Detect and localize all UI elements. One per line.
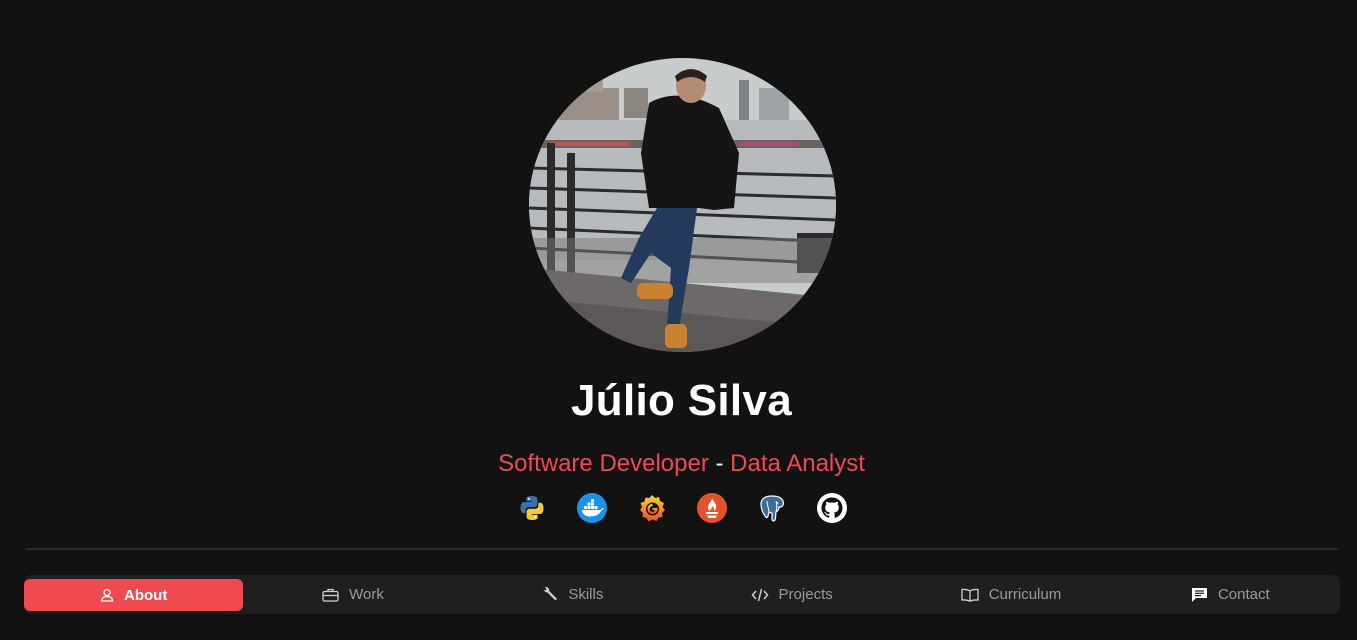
github-icon[interactable] bbox=[816, 492, 848, 524]
section-tabs: About Work Skills Projects Curriculum Co… bbox=[24, 575, 1340, 614]
role-secondary: Data Analyst bbox=[730, 450, 865, 477]
postgresql-icon[interactable] bbox=[756, 492, 788, 524]
tab-about[interactable]: About bbox=[24, 579, 244, 611]
role-separator: - bbox=[708, 450, 731, 477]
book-icon bbox=[961, 588, 979, 602]
tab-contact-label: Contact bbox=[1217, 586, 1270, 603]
wrench-icon bbox=[541, 586, 558, 603]
python-icon[interactable] bbox=[516, 492, 548, 524]
role-primary: Software Developer bbox=[498, 450, 709, 477]
tab-work[interactable]: Work bbox=[243, 578, 462, 611]
code-icon bbox=[751, 588, 769, 602]
tab-projects[interactable]: Projects bbox=[682, 578, 901, 611]
profile-photo bbox=[529, 58, 836, 352]
portfolio-page: Júlio Silva Software Developer - Data An… bbox=[0, 0, 1357, 640]
tab-curriculum-label: Curriculum bbox=[988, 586, 1062, 603]
tab-skills-label: Skills bbox=[568, 586, 604, 603]
user-icon bbox=[100, 588, 114, 602]
profile-roles: Software Developer - Data Analyst bbox=[0, 450, 1357, 478]
section-divider bbox=[26, 548, 1338, 550]
tab-about-label: About bbox=[124, 586, 168, 604]
tab-contact[interactable]: Contact bbox=[1121, 578, 1340, 611]
briefcase-icon bbox=[322, 588, 339, 602]
grafana-icon[interactable] bbox=[636, 492, 668, 524]
tab-work-label: Work bbox=[349, 586, 384, 603]
docker-icon[interactable] bbox=[576, 492, 608, 524]
tab-curriculum[interactable]: Curriculum bbox=[901, 578, 1120, 611]
profile-name: Júlio Silva bbox=[571, 376, 792, 425]
tab-skills[interactable]: Skills bbox=[463, 578, 682, 611]
chat-icon bbox=[1191, 587, 1208, 603]
tech-icons bbox=[516, 492, 848, 526]
prometheus-icon[interactable] bbox=[696, 492, 728, 524]
tab-projects-label: Projects bbox=[778, 586, 833, 603]
